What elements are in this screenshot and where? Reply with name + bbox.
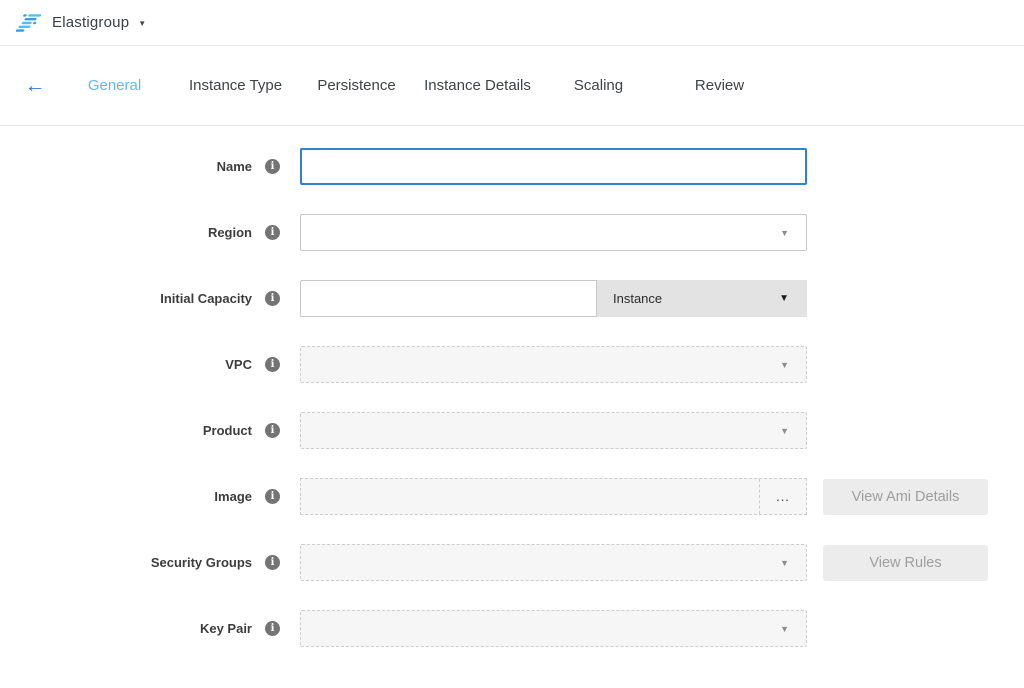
chevron-down-icon: ▼ <box>780 426 806 436</box>
tab-scaling[interactable]: Scaling <box>538 77 659 94</box>
field-label: Initial Capacity <box>160 291 252 306</box>
elastigroup-create-page: { "header": { "app_title": "Elastigroup"… <box>0 0 1024 688</box>
info-icon[interactable]: i <box>265 489 280 504</box>
chevron-down-icon: ▼ <box>138 17 146 28</box>
region-select[interactable]: ▼ <box>300 214 807 251</box>
form-row-name: Name i <box>0 148 1024 185</box>
form-row-key-pair: Key Pair i ▼ <box>0 610 1024 647</box>
browse-image-button: ... <box>759 479 806 514</box>
field-label: Image <box>214 489 252 504</box>
form-row-region: Region i ▼ <box>0 214 1024 251</box>
chevron-down-icon: ▼ <box>780 558 806 568</box>
info-icon[interactable]: i <box>265 225 280 240</box>
info-icon[interactable]: i <box>265 357 280 372</box>
form-row-initial-capacity: Initial Capacity i Instance ▼ <box>0 280 1024 317</box>
tabs: General Instance Type Persistence Instan… <box>54 77 780 94</box>
field-label: Name <box>217 159 252 174</box>
elastigroup-logo-icon <box>16 13 41 33</box>
form-row-image: Image i ... View Ami Details <box>0 478 1024 515</box>
wizard-tab-bar: ← General Instance Type Persistence Inst… <box>0 46 1024 126</box>
selected-value <box>301 479 759 514</box>
capacity-unit-value: Instance <box>613 291 662 306</box>
tab-instance-type[interactable]: Instance Type <box>175 77 296 94</box>
form-row-security-groups: Security Groups i ▼ View Rules <box>0 544 1024 581</box>
general-form: Name i Region i ▼ Initial Capacity i Ins <box>0 126 1024 647</box>
vpc-select: ▼ <box>300 346 807 383</box>
app-header: Elastigroup ▼ <box>0 0 1024 46</box>
info-icon[interactable]: i <box>265 621 280 636</box>
info-icon[interactable]: i <box>265 555 280 570</box>
info-icon[interactable]: i <box>265 423 280 438</box>
field-label: Region <box>208 225 252 240</box>
capacity-unit-select[interactable]: Instance ▼ <box>597 280 807 317</box>
key-pair-select: ▼ <box>300 610 807 647</box>
product-select: ▼ <box>300 412 807 449</box>
tab-general[interactable]: General <box>54 77 175 94</box>
initial-capacity-input[interactable] <box>300 280 597 317</box>
chevron-down-icon: ▼ <box>780 360 806 370</box>
field-label: Product <box>203 423 252 438</box>
name-input[interactable] <box>300 148 807 185</box>
field-label: VPC <box>225 357 252 372</box>
tab-persistence[interactable]: Persistence <box>296 77 417 94</box>
tab-review[interactable]: Review <box>659 77 780 94</box>
view-ami-details-button: View Ami Details <box>823 479 988 515</box>
back-button[interactable]: ← <box>16 74 54 98</box>
app-title: Elastigroup <box>52 14 129 31</box>
info-icon[interactable]: i <box>265 159 280 174</box>
security-groups-select: ▼ <box>300 544 807 581</box>
view-rules-button: View Rules <box>823 545 988 581</box>
field-label: Key Pair <box>200 621 252 636</box>
chevron-down-icon: ▼ <box>780 624 806 634</box>
field-label: Security Groups <box>151 555 252 570</box>
form-row-vpc: VPC i ▼ <box>0 346 1024 383</box>
image-picker: ... <box>300 478 807 515</box>
app-switcher[interactable]: Elastigroup ▼ <box>16 13 146 33</box>
chevron-down-icon: ▼ <box>780 228 806 238</box>
form-row-product: Product i ▼ <box>0 412 1024 449</box>
tab-instance-details[interactable]: Instance Details <box>417 77 538 94</box>
chevron-down-icon: ▼ <box>779 293 789 304</box>
info-icon[interactable]: i <box>265 291 280 306</box>
